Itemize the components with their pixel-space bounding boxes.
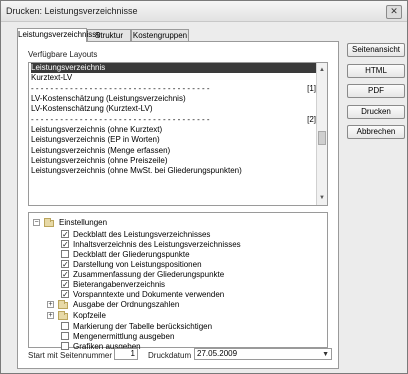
cancel-button[interactable]: Abbrechen — [347, 125, 405, 139]
checkbox[interactable]: ✓ — [61, 270, 69, 279]
list-item[interactable]: LV-Kostenschätzung (Leistungsverzeichnis… — [31, 94, 316, 104]
list-item[interactable]: Leistungsverzeichnis (ohne MwSt. bei Gli… — [31, 166, 316, 176]
scroll-up-icon[interactable]: ▲ — [317, 65, 327, 75]
list-item[interactable]: - - - - - - - - - - - - - - - - - - - - … — [31, 84, 316, 94]
folder-icon — [58, 311, 68, 320]
checkbox[interactable] — [61, 342, 69, 350]
list-item[interactable]: Leistungsverzeichnis (Menge erfassen) — [31, 146, 316, 156]
layouts-label: Verfügbare Layouts — [28, 50, 98, 59]
scroll-down-icon[interactable]: ▼ — [317, 193, 327, 203]
window-title: Drucken: Leistungsverzeichnisse — [6, 6, 138, 16]
list-item[interactable]: - - - - - - - - - - - - - - - - - - - - … — [31, 115, 316, 125]
list-item[interactable]: Leistungsverzeichnis (ohne Preiszeile) — [31, 156, 316, 166]
tab-leistungsverzeichnisse[interactable]: Leistungsverzeichnisse — [17, 28, 101, 42]
layouts-listbox[interactable]: Leistungsverzeichnis Kurztext-LV - - - -… — [28, 62, 328, 206]
tree-root-label: Einstellungen — [59, 218, 108, 227]
print-date-combo[interactable]: 27.05.2009 ▼ — [194, 348, 332, 360]
list-item[interactable]: LV-Kostenschätzung (Kurztext-LV) — [31, 104, 316, 114]
list-item[interactable]: Leistungsverzeichnis — [31, 63, 316, 73]
start-page-input[interactable]: 1 — [114, 348, 138, 360]
pdf-button[interactable]: PDF — [347, 84, 405, 98]
checkbox[interactable]: ✓ — [61, 230, 69, 239]
close-icon[interactable]: ✕ — [386, 5, 402, 19]
print-date-label: Druckdatum — [148, 351, 192, 360]
scroll-thumb[interactable] — [318, 131, 326, 145]
list-item[interactable]: Leistungsverzeichnis (ohne Kurztext) — [31, 125, 316, 135]
start-page-label: Start mit Seitennummer — [28, 351, 113, 360]
print-dialog: Drucken: Leistungsverzeichnisse ✕ Leistu… — [0, 0, 408, 374]
checkbox[interactable]: ✓ — [61, 280, 69, 289]
expand-icon[interactable]: + — [47, 312, 54, 319]
folder-icon — [58, 300, 68, 309]
print-date-value: 27.05.2009 — [197, 349, 238, 358]
checkbox[interactable] — [61, 250, 69, 258]
folder-icon — [44, 218, 54, 227]
print-button[interactable]: Drucken — [347, 105, 405, 119]
checkbox[interactable]: ✓ — [61, 240, 69, 249]
list-item[interactable]: Kurztext-LV — [31, 73, 316, 83]
checkbox[interactable]: ✓ — [61, 260, 69, 269]
checkbox[interactable] — [61, 322, 69, 330]
layouts-scrollbar[interactable]: ▲ ▼ — [316, 63, 327, 205]
settings-tree: − Einstellungen ✓ Deckblatt des Leistung… — [28, 212, 328, 351]
collapse-icon[interactable]: − — [33, 219, 40, 226]
list-item[interactable]: Leistungsverzeichnis (EP in Worten) — [31, 135, 316, 145]
tab-kostengruppen[interactable]: Kostengruppen — [131, 29, 189, 41]
checkbox[interactable]: ✓ — [61, 290, 69, 299]
preview-button[interactable]: Seitenansicht — [347, 43, 405, 57]
expand-icon[interactable]: + — [47, 301, 54, 308]
tab-panel: Verfügbare Layouts Leistungsverzeichnis … — [17, 41, 339, 369]
title-bar: Drucken: Leistungsverzeichnisse ✕ — [1, 1, 407, 22]
chevron-down-icon[interactable]: ▼ — [322, 350, 329, 360]
checkbox[interactable] — [61, 332, 69, 340]
html-button[interactable]: HTML — [347, 64, 405, 78]
